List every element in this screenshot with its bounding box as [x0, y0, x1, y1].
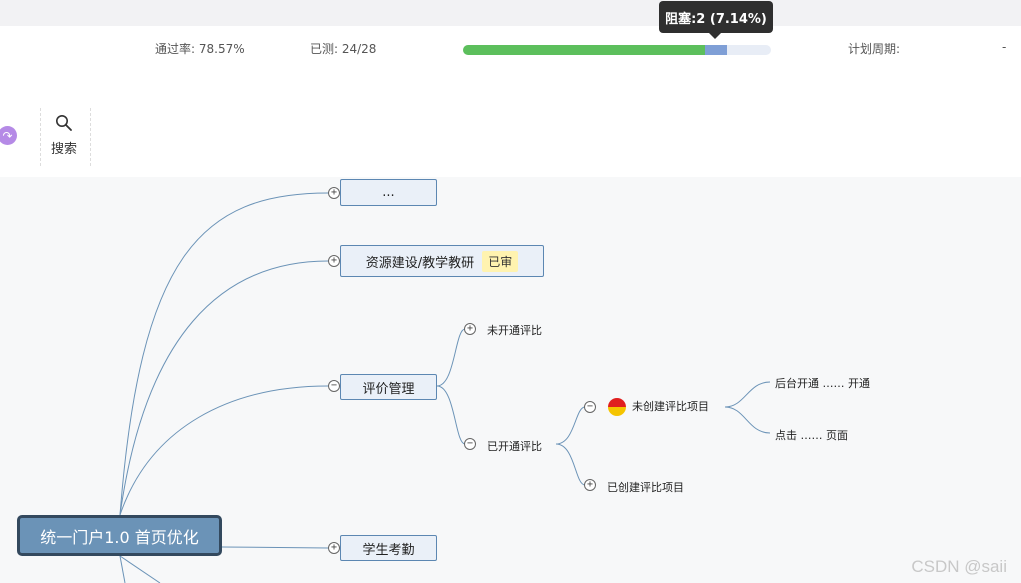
- search-label: 搜索: [50, 142, 77, 157]
- mindmap-toolbar: ↷ 搜索: [0, 96, 1021, 176]
- mindmap-leaf[interactable]: 未开通评比: [487, 322, 542, 338]
- mindmap-canvas[interactable]: + ... + 资源建设/教学教研 已审 − 评价管理 + 未开通评比 − 已开…: [0, 177, 1021, 583]
- mindmap-root-node[interactable]: 统一门户1.0 首页优化: [17, 515, 222, 556]
- mindmap-node[interactable]: 评价管理: [340, 374, 437, 400]
- blocked-tooltip: 阻塞:2 (7.14%): [659, 1, 773, 39]
- search-button[interactable]: 搜索: [46, 114, 82, 158]
- expand-toggle[interactable]: +: [328, 187, 340, 199]
- collapse-toggle[interactable]: −: [464, 438, 476, 450]
- expand-toggle[interactable]: +: [328, 255, 340, 267]
- progress-passed-segment: [463, 45, 705, 55]
- node-label: 评价管理: [362, 381, 415, 397]
- pass-rate: 通过率: 78.57%: [155, 42, 245, 56]
- toolbar-divider: [90, 108, 91, 166]
- flag-icon: [608, 398, 626, 416]
- mindmap-leaf[interactable]: 已开通评比: [487, 438, 542, 454]
- expand-toggle[interactable]: +: [328, 542, 340, 554]
- test-progress-bar[interactable]: [463, 45, 771, 55]
- mindmap-leaf[interactable]: 点击 …… 页面: [775, 427, 848, 443]
- tested-count: 已测: 24/28: [310, 42, 377, 56]
- watermark: CSDN @saii: [911, 557, 1007, 576]
- mindmap-leaf[interactable]: 未创建评比项目: [608, 398, 709, 416]
- node-label: 资源建设/教学教研: [365, 255, 475, 271]
- refresh-icon[interactable]: ↷: [0, 126, 17, 145]
- mindmap-leaf[interactable]: 已创建评比项目: [607, 479, 684, 495]
- progress-blocked-segment[interactable]: [704, 45, 727, 55]
- collapse-toggle[interactable]: −: [584, 401, 596, 413]
- mindmap-leaf[interactable]: 后台开通 …… 开通: [775, 375, 870, 391]
- search-icon: [56, 115, 72, 131]
- toolbar-divider: [40, 108, 41, 166]
- node-label: ...: [382, 185, 395, 200]
- status-badge: 已审: [482, 250, 519, 272]
- leaf-label: 未创建评比项目: [632, 400, 709, 413]
- mindmap-node[interactable]: 资源建设/教学教研 已审: [340, 245, 544, 277]
- mindmap-node[interactable]: ...: [340, 179, 437, 206]
- expand-toggle[interactable]: +: [584, 479, 596, 491]
- test-stats-bar: 通过率: 78.57% 已测: 24/28 计划周期: -: [0, 26, 1021, 97]
- plan-period-label: 计划周期:: [848, 42, 901, 56]
- node-label: 学生考勤: [362, 542, 415, 558]
- collapse-toggle[interactable]: −: [328, 380, 340, 392]
- top-bar: [0, 0, 1021, 26]
- plan-period-value: -: [1002, 40, 1007, 54]
- mindmap-node[interactable]: 学生考勤: [340, 535, 437, 561]
- expand-toggle[interactable]: +: [464, 323, 476, 335]
